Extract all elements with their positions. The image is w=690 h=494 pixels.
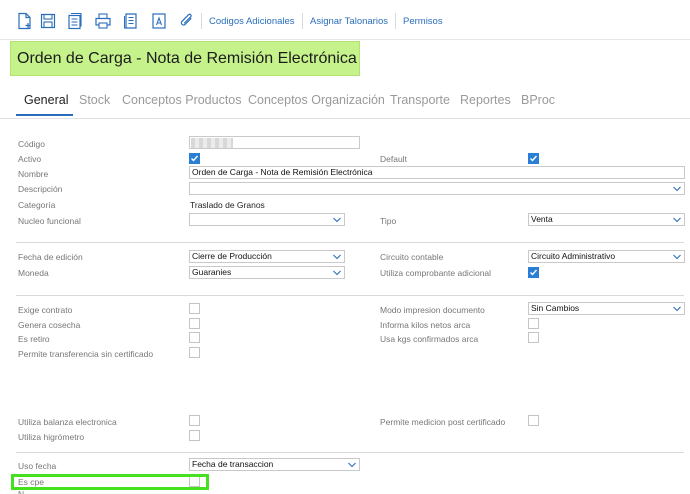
balanza-checkbox[interactable] <box>189 415 200 426</box>
documents-icon[interactable] <box>66 12 84 30</box>
tipo-select[interactable]: Venta <box>528 213 685 226</box>
es-retiro-checkbox[interactable] <box>189 332 200 343</box>
section-divider <box>16 242 684 243</box>
section-divider <box>16 452 684 453</box>
chevron-down-icon <box>673 217 681 223</box>
genera-cosecha-checkbox[interactable] <box>189 318 200 329</box>
section-divider <box>16 295 684 296</box>
toolbar-separator <box>201 13 202 29</box>
tab-stock[interactable]: Stock <box>79 93 110 107</box>
tab-bar: General Stock Conceptos Productos Concep… <box>0 90 690 118</box>
tab-general[interactable]: General <box>24 93 68 107</box>
descripcion-label: Descripción <box>18 184 63 194</box>
toolbar: Codigos Adicionales Asignar Talonarios P… <box>0 0 690 40</box>
tab-reportes[interactable]: Reportes <box>460 93 511 107</box>
informa-kilos-label: Informa kilos netos arca <box>380 320 471 330</box>
moneda-value: Guaranies <box>192 267 232 277</box>
codigo-label: Código <box>18 139 45 149</box>
attach-icon[interactable] <box>178 12 196 30</box>
nombre-field[interactable]: Orden de Carga - Nota de Remisión Electr… <box>189 166 685 179</box>
usa-kgs-checkbox[interactable] <box>528 332 539 343</box>
toolbar-separator <box>302 13 303 29</box>
medicion-label: Permite medicion post certificado <box>380 417 506 427</box>
permite-transferencia-label: Permite transferencia sin certificado <box>18 349 154 359</box>
chevron-down-icon <box>333 270 341 276</box>
codigos-adicionales-link[interactable]: Codigos Adicionales <box>209 16 295 27</box>
higrometro-checkbox[interactable] <box>189 430 200 441</box>
chevron-down-icon <box>673 254 681 260</box>
tab-conceptos-organizacion[interactable]: Conceptos Organización <box>248 93 385 107</box>
chevron-down-icon <box>673 306 681 312</box>
tabs-divider <box>0 118 690 119</box>
default-checkbox[interactable] <box>528 153 539 164</box>
checkmark-icon <box>530 155 538 162</box>
asignar-talonarios-link[interactable]: Asignar Talonarios <box>310 16 388 27</box>
medicion-checkbox[interactable] <box>528 415 539 426</box>
activo-label: Activo <box>18 154 42 164</box>
new-document-icon[interactable] <box>16 12 34 30</box>
uso-fecha-select[interactable]: Fecha de transaccion <box>189 458 360 471</box>
descripcion-select[interactable] <box>189 182 685 195</box>
exige-contrato-checkbox[interactable] <box>189 303 200 314</box>
comprobante-adicional-label: Utiliza comprobante adicional <box>380 268 492 278</box>
modo-impresion-label: Modo impresion documento <box>380 305 485 315</box>
page-title-box: Orden de Carga - Nota de Remisión Electr… <box>10 41 360 76</box>
checkmark-icon <box>530 269 538 276</box>
chevron-down-icon <box>333 217 341 223</box>
chevron-down-icon <box>673 186 681 192</box>
permite-transferencia-checkbox[interactable] <box>189 347 200 358</box>
active-tab-indicator <box>16 114 73 116</box>
balanza-label: Utiliza balanza electronica <box>18 417 117 427</box>
save-icon[interactable] <box>39 12 57 30</box>
higrometro-label: Utiliza higrómetro <box>18 432 85 442</box>
chevron-down-icon <box>333 254 341 260</box>
tipo-label: Tipo <box>380 216 397 226</box>
codigo-redacted-value <box>191 138 233 148</box>
default-label: Default <box>380 154 407 164</box>
uso-fecha-value: Fecha de transaccion <box>192 459 274 469</box>
genera-cosecha-label: Genera cosecha <box>18 320 81 330</box>
tipo-value: Venta <box>531 214 553 224</box>
checkmark-icon <box>191 155 199 162</box>
moneda-select[interactable]: Guaranies <box>189 266 345 279</box>
uso-fecha-label: Uso fecha <box>18 461 57 471</box>
exige-contrato-label: Exige contrato <box>18 305 73 315</box>
modo-impresion-value: Sin Cambios <box>531 303 580 313</box>
usa-kgs-label: Usa kgs confirmados arca <box>380 334 479 344</box>
circuito-contable-label: Circuito contable <box>380 252 444 262</box>
es-retiro-label: Es retiro <box>18 334 50 344</box>
tab-transporte[interactable]: Transporte <box>390 93 450 107</box>
activo-checkbox[interactable] <box>189 153 200 164</box>
print-icon[interactable] <box>94 12 112 30</box>
chevron-down-icon <box>348 462 356 468</box>
permisos-link[interactable]: Permisos <box>403 16 443 27</box>
tab-bproc[interactable]: BProc <box>521 93 555 107</box>
fecha-edicion-value: Cierre de Producción <box>192 251 272 261</box>
text-document-icon[interactable] <box>150 12 168 30</box>
circuito-contable-select[interactable]: Circuito Administrativo <box>528 250 685 263</box>
page-title: Orden de Carga - Nota de Remisión Electr… <box>17 50 357 67</box>
categoria-value: Traslado de Granos <box>190 200 265 210</box>
fecha-edicion-select[interactable]: Cierre de Producción <box>189 250 345 263</box>
informa-kilos-checkbox[interactable] <box>528 318 539 329</box>
list-icon[interactable] <box>122 12 140 30</box>
es-cpe-highlight <box>11 474 209 490</box>
fecha-edicion-label: Fecha de edición <box>18 252 83 262</box>
moneda-label: Moneda <box>18 268 49 278</box>
nucleo-funcional-label: Nucleo funcional <box>18 216 81 226</box>
tab-conceptos-productos[interactable]: Conceptos Productos <box>122 93 242 107</box>
categoria-label: Categoría <box>18 200 56 210</box>
toolbar-separator <box>395 13 396 29</box>
truncated-label: N <box>18 489 25 494</box>
comprobante-adicional-checkbox[interactable] <box>528 267 539 278</box>
nucleo-funcional-select[interactable] <box>189 213 345 226</box>
modo-impresion-select[interactable]: Sin Cambios <box>528 302 685 315</box>
circuito-contable-value: Circuito Administrativo <box>531 251 616 261</box>
nombre-label: Nombre <box>18 169 49 179</box>
